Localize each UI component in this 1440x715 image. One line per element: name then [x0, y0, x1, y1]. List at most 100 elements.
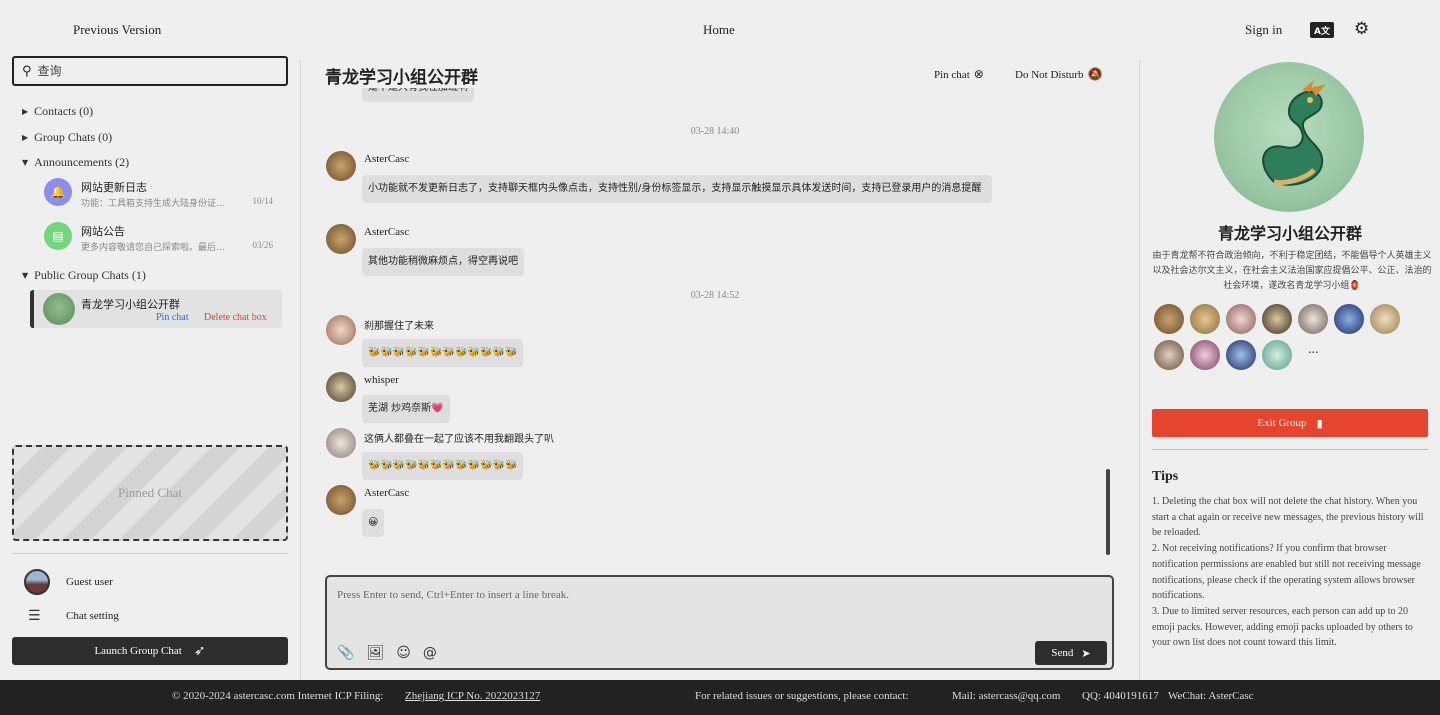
- exit-group-button[interactable]: Exit Group ▮: [1152, 409, 1428, 437]
- group-avatar: [43, 293, 75, 325]
- avatar[interactable]: [1190, 304, 1220, 334]
- avatar[interactable]: [1262, 304, 1292, 334]
- emoji-icon[interactable]: ☺: [396, 645, 411, 661]
- caret-right-icon: ▶: [22, 107, 29, 116]
- message-bubble: 小功能就不发更新日志了，支持聊天框内头像点击，支持性别/身份标签显示，支持显示触…: [362, 175, 992, 203]
- pin-chat-button[interactable]: Pin chat ⊗: [934, 67, 984, 81]
- section-public-group-chats[interactable]: ▼ Public Group Chats (1): [22, 268, 146, 283]
- announcement-title: 网站更新日志: [81, 181, 147, 194]
- previous-version-link[interactable]: Previous Version: [73, 22, 161, 38]
- caret-down-icon: ▼: [22, 271, 29, 280]
- image-icon[interactable]: 🖼: [366, 645, 384, 661]
- message-sender: 刹那握住了未来: [364, 321, 434, 332]
- send-icon: ➤: [1081, 646, 1091, 660]
- section-group-chats[interactable]: ▶ Group Chats (0): [22, 130, 112, 145]
- avatar[interactable]: [1298, 304, 1328, 334]
- sign-in-link[interactable]: Sign in: [1245, 22, 1282, 38]
- avatar[interactable]: [1262, 340, 1292, 370]
- avatar[interactable]: [326, 428, 356, 458]
- message-sender: AsterCasc: [364, 153, 410, 165]
- contact-qq: QQ: 4040191617: [1082, 690, 1159, 702]
- announcement-item[interactable]: ▤ 网站公告 更多内容敬请您自己探索啦。最后，... 03/26: [40, 218, 280, 258]
- message-bubble: 🐝🐝🐝🐝🐝🐝🐝🐝🐝🐝🐝🐝: [362, 452, 524, 480]
- message-composer: 📎 🖼 ☺ @ Send ➤: [325, 575, 1114, 670]
- sliders-icon: ☰: [28, 608, 41, 624]
- chat-setting[interactable]: ☰ Chat setting: [28, 606, 288, 626]
- gear-icon[interactable]: ⚙: [1354, 19, 1369, 39]
- avatar[interactable]: [326, 151, 356, 181]
- group-avatar-large: [1214, 62, 1364, 212]
- section-announcements[interactable]: ▼ Announcements (2): [22, 155, 129, 170]
- avatar[interactable]: [1154, 304, 1184, 334]
- home-link[interactable]: Home: [703, 22, 735, 38]
- bell-icon: 🔔: [44, 178, 72, 206]
- top-navbar: Previous Version Home Sign in A文 ⚙: [0, 0, 1440, 60]
- pin-chat-link[interactable]: Pin chat: [156, 312, 189, 323]
- do-not-disturb-label: Do Not Disturb: [1015, 69, 1084, 81]
- message-bubble: 😀: [362, 509, 385, 537]
- paperclip-icon[interactable]: 📎: [337, 645, 354, 661]
- icp-text: Zhejiang ICP No. 2022023127: [405, 690, 541, 702]
- pin-chat-label: Pin chat: [934, 69, 970, 81]
- avatar[interactable]: [1154, 340, 1184, 370]
- tips-list: 1. Deleting the chat box will not delete…: [1152, 494, 1430, 651]
- chat-title: 青龙学习小组公开群: [325, 68, 478, 88]
- avatar[interactable]: [1226, 340, 1256, 370]
- chat-setting-label: Chat setting: [66, 610, 119, 622]
- section-contacts[interactable]: ▶ Contacts (0): [22, 104, 93, 119]
- caret-down-icon: ▼: [22, 158, 29, 167]
- composer-toolbar: 📎 🖼 ☺ @: [337, 645, 437, 661]
- section-label: Group Chats (0): [34, 130, 113, 144]
- footer: © 2020-2024 astercasc.com Internet ICP F…: [0, 680, 1440, 715]
- launch-group-chat-button[interactable]: Launch Group Chat ➶: [12, 637, 288, 665]
- avatar[interactable]: [326, 224, 356, 254]
- launch-label: Launch Group Chat: [94, 645, 182, 657]
- avatar[interactable]: [1226, 304, 1256, 334]
- avatar[interactable]: [326, 372, 356, 402]
- search-box: ⚲: [12, 56, 288, 86]
- announcement-item[interactable]: 🔔 网站更新日志 功能：工具箱支持生成大陆身份证... 10/14: [40, 174, 280, 214]
- message-bubble: 是不是只有我在加班啊: [362, 88, 474, 102]
- delete-chat-box-link[interactable]: Delete chat box: [204, 312, 267, 323]
- do-not-disturb-button[interactable]: Do Not Disturb 🔕: [1015, 67, 1102, 81]
- language-icon[interactable]: A文: [1310, 22, 1334, 38]
- message-sender: AsterCasc: [364, 226, 410, 238]
- group-chat-item-active[interactable]: 青龙学习小组公开群 Pin chat Delete chat box: [30, 290, 282, 328]
- message-bubble: 其他功能稍微麻烦点，得空再说吧: [362, 248, 524, 276]
- avatar[interactable]: [1334, 304, 1364, 334]
- guest-user[interactable]: Guest user: [24, 569, 284, 595]
- message-timestamp: 03-28 14:52: [690, 290, 740, 301]
- document-icon: ▤: [44, 222, 72, 250]
- mention-icon[interactable]: @: [423, 645, 437, 661]
- message-scrollbar[interactable]: [1106, 469, 1110, 555]
- contact-wechat: WeChat: AsterCasc: [1168, 690, 1254, 702]
- caret-right-icon: ▶: [22, 133, 29, 142]
- left-sidebar: ⚲ ▶ Contacts (0) ▶ Group Chats (0) ▼ Ann…: [0, 56, 300, 680]
- section-label: Announcements (2): [34, 155, 130, 169]
- pinned-chat-dropzone[interactable]: Pinned Chat: [12, 445, 288, 541]
- send-label: Send: [1051, 647, 1074, 659]
- search-input[interactable]: [37, 64, 258, 78]
- tips-title: Tips: [1152, 469, 1179, 484]
- avatar[interactable]: [1370, 304, 1400, 334]
- copyright: © 2020-2024 astercasc.com Internet ICP F…: [172, 690, 384, 702]
- bell-off-icon: 🔕: [1087, 67, 1103, 81]
- message-list[interactable]: 是不是只有我在加班啊 03-28 14:40 AsterCasc 小功能就不发更…: [310, 88, 1130, 568]
- contact-mail: Mail: astercass@qq.com: [952, 690, 1061, 702]
- message-sender: 这俩人都叠在一起了应该不用我翻跟头了叭: [364, 434, 554, 445]
- avatar[interactable]: [1190, 340, 1220, 370]
- message-input[interactable]: [337, 589, 1097, 629]
- tip-item: 2. Not receiving notifications? If you c…: [1152, 543, 1421, 602]
- announcement-time: 03/26: [252, 240, 273, 250]
- section-label: Contacts (0): [34, 104, 94, 118]
- icp-link[interactable]: Zhejiang ICP No. 2022023127: [405, 690, 540, 702]
- door-icon: ▮: [1316, 416, 1323, 430]
- avatar[interactable]: [326, 315, 356, 345]
- message-sender: whisper: [364, 374, 399, 386]
- exit-label: Exit Group: [1257, 417, 1307, 429]
- avatar[interactable]: [326, 485, 356, 515]
- announcement-preview: 更多内容敬请您自己探索啦。最后，...: [81, 243, 231, 253]
- more-members[interactable]: ...: [1308, 342, 1319, 358]
- send-button[interactable]: Send ➤: [1035, 641, 1107, 665]
- search-icon: ⚲: [22, 63, 32, 79]
